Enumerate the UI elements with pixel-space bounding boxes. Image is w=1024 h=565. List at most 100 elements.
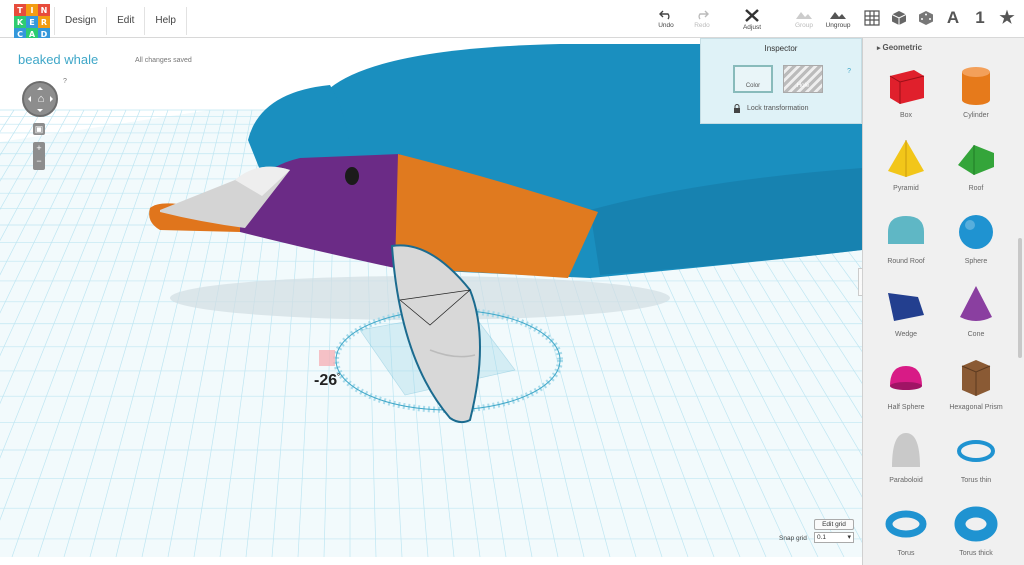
shape-round-roof[interactable]: Round Roof bbox=[871, 210, 941, 265]
shape-label: Half Sphere bbox=[887, 404, 925, 411]
snap-grid-label: Snap grid bbox=[779, 535, 807, 542]
inspector-title: Inspector bbox=[764, 44, 798, 53]
logo-letter: K bbox=[14, 16, 26, 28]
color-label: Color bbox=[745, 83, 761, 89]
rotation-handle-indicator bbox=[319, 350, 335, 366]
ungroup-button[interactable]: Ungroup bbox=[816, 8, 860, 29]
arrow-up-icon[interactable] bbox=[37, 84, 43, 90]
group-label: Group bbox=[794, 22, 814, 29]
shape-label: Torus bbox=[897, 550, 915, 557]
shape-hexagonal-prism[interactable]: Hexagonal Prism bbox=[941, 356, 1011, 411]
cone-icon bbox=[960, 286, 992, 321]
design-title[interactable]: beaked whale bbox=[18, 52, 98, 67]
pyramid-icon bbox=[888, 140, 924, 177]
view-tools: A 1 ★ bbox=[863, 8, 1016, 28]
shape-label: Roof bbox=[968, 185, 984, 192]
adjust-icon bbox=[745, 9, 759, 22]
solid-view-button[interactable] bbox=[890, 8, 908, 28]
logo-letter: N bbox=[38, 4, 50, 16]
orbit-control[interactable]: ⌂ bbox=[22, 81, 58, 117]
library-scrollbar[interactable] bbox=[1018, 238, 1022, 358]
redo-label: Redo bbox=[694, 22, 710, 29]
view-help[interactable]: ? bbox=[63, 78, 67, 85]
logo-letter: T bbox=[14, 4, 26, 16]
adjust-label: Adjust bbox=[742, 24, 762, 31]
sphere-icon bbox=[959, 215, 993, 249]
hexagonal-prism-icon bbox=[961, 360, 991, 396]
shape-paraboloid[interactable]: Paraboloid bbox=[871, 429, 941, 484]
arrow-right-icon[interactable] bbox=[50, 96, 56, 102]
wedge-icon bbox=[888, 293, 924, 321]
zoom-control: + − bbox=[33, 142, 45, 170]
rotation-angle-unit: ° bbox=[337, 373, 340, 381]
adjust-button[interactable]: Adjust bbox=[730, 8, 774, 31]
snap-grid-select[interactable]: 0.1 bbox=[814, 532, 854, 543]
shape-label: Torus thick bbox=[959, 550, 993, 557]
shape-box[interactable]: Box bbox=[871, 64, 941, 119]
zoom-out-icon[interactable]: − bbox=[33, 155, 45, 168]
text-tool-button[interactable]: A bbox=[944, 8, 962, 28]
paraboloid-icon bbox=[892, 433, 920, 467]
edit-grid-button[interactable]: Edit grid bbox=[814, 519, 854, 530]
menu-edit[interactable]: Edit bbox=[106, 7, 144, 35]
half-sphere-icon bbox=[890, 366, 922, 390]
grid-icon bbox=[864, 10, 880, 26]
shape-pyramid[interactable]: Pyramid bbox=[871, 137, 941, 192]
shape-roof[interactable]: Roof bbox=[941, 137, 1011, 192]
shape-label: Torus thin bbox=[960, 477, 992, 484]
shape-label: Sphere bbox=[964, 258, 988, 265]
shape-torus[interactable]: Torus bbox=[871, 502, 941, 557]
box-icon bbox=[889, 70, 925, 104]
logo-letter: R bbox=[38, 16, 50, 28]
roof-icon bbox=[958, 145, 994, 175]
rotation-angle-value: -26 bbox=[314, 372, 338, 389]
arrow-down-icon[interactable] bbox=[37, 109, 43, 115]
shape-label: Box bbox=[899, 112, 913, 119]
shape-torus-thick[interactable]: Torus thick bbox=[941, 502, 1011, 557]
round-roof-icon bbox=[888, 216, 924, 244]
undo-label: Undo bbox=[658, 22, 674, 29]
shape-sphere[interactable]: Sphere bbox=[941, 210, 1011, 265]
torus-icon bbox=[885, 510, 927, 538]
inspector-help[interactable]: ? bbox=[847, 68, 851, 75]
tinkercad-logo[interactable]: TINKERCAD bbox=[14, 4, 50, 40]
redo-button[interactable]: Redo bbox=[680, 8, 724, 29]
shape-cone[interactable]: Cone bbox=[941, 283, 1011, 338]
cylinder-icon bbox=[962, 67, 990, 105]
shape-label: Round Roof bbox=[887, 258, 925, 265]
top-toolbar: TINKERCAD Design Edit Help Undo Redo Adj… bbox=[0, 0, 1024, 40]
shape-half-sphere[interactable]: Half Sphere bbox=[871, 356, 941, 411]
shape-torus-thin[interactable]: Torus thin bbox=[941, 429, 1011, 484]
shape-cylinder[interactable]: Cylinder bbox=[941, 64, 1011, 119]
logo-letter: I bbox=[26, 4, 38, 16]
grid-view-button[interactable] bbox=[863, 8, 881, 28]
torus-thin-icon bbox=[957, 440, 995, 462]
torus-thick-icon bbox=[954, 506, 998, 542]
hole-button[interactable]: Hole bbox=[783, 65, 823, 93]
shape-label: Paraboloid bbox=[889, 477, 923, 484]
arrow-left-icon[interactable] bbox=[25, 96, 31, 102]
save-status: All changes saved bbox=[135, 57, 192, 64]
star-tool-button[interactable]: ★ bbox=[998, 8, 1016, 28]
shape-label: Pyramid bbox=[893, 185, 919, 192]
fit-view-button[interactable]: ▣ bbox=[33, 123, 45, 135]
number-tool-button[interactable]: 1 bbox=[971, 8, 989, 28]
shape-label: Cone bbox=[967, 331, 985, 338]
dice-view-button[interactable] bbox=[917, 8, 935, 28]
menu-help[interactable]: Help bbox=[144, 7, 187, 35]
zoom-in-icon[interactable]: + bbox=[33, 142, 45, 155]
shape-label: Hexagonal Prism bbox=[949, 404, 1003, 411]
cube-icon bbox=[891, 11, 907, 25]
rotation-angle: -26° bbox=[314, 372, 340, 390]
whale-eye bbox=[345, 167, 359, 185]
library-section-title[interactable]: Geometric bbox=[877, 43, 922, 52]
lock-transformation-toggle[interactable]: Lock transformation bbox=[733, 104, 808, 113]
shape-library: Geometric Box Cylinder Pyramid Roof Round Ro… bbox=[862, 38, 1024, 565]
color-button[interactable]: Color bbox=[733, 65, 773, 93]
menu-design[interactable]: Design bbox=[54, 7, 106, 35]
home-icon[interactable]: ⌂ bbox=[35, 93, 47, 105]
group-icon bbox=[796, 12, 812, 19]
lock-icon bbox=[734, 104, 740, 113]
main-menu: Design Edit Help bbox=[54, 7, 187, 35]
shape-wedge[interactable]: Wedge bbox=[871, 283, 941, 338]
